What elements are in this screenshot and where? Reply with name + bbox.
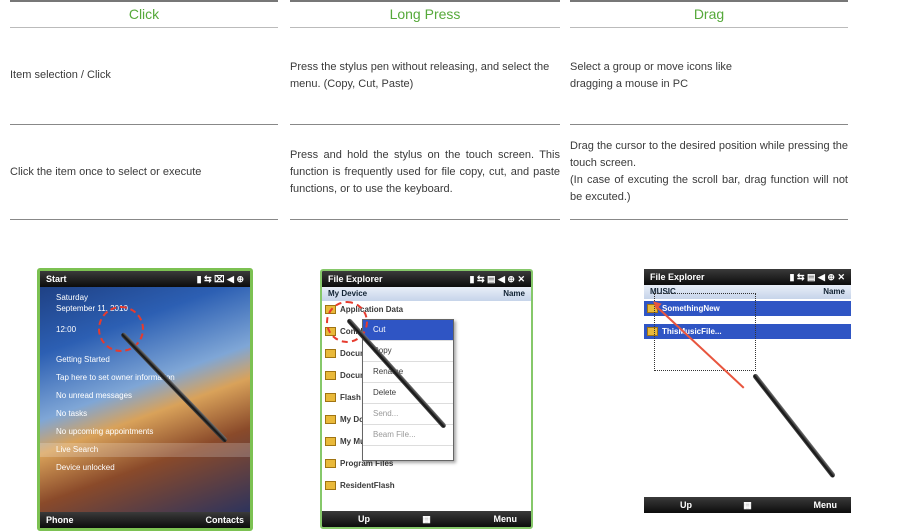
long-press-screenshot: File Explorer ▮ ⇆ ▤ ◀ ⊕ ✕ My Device Name… (320, 269, 533, 529)
folder-icon (325, 481, 336, 491)
menu-item-rename[interactable]: Rename (363, 362, 453, 383)
click-row2-text: Click the item once to select or execute (10, 165, 202, 178)
today-item[interactable]: Device unlocked (40, 461, 250, 475)
click-column: Click Item selection / Click Click the i… (10, 0, 278, 220)
long-press-row1: Press the stylus pen without releasing, … (290, 27, 560, 124)
keyboard-icon[interactable]: ▦ (422, 511, 431, 527)
soft-key-bar: Phone Contacts (40, 512, 250, 528)
click-screenshot: Start ▮ ⇆ ⌧ ◀ ⊕ Saturday September 11, 2… (37, 268, 253, 531)
folder-icon (325, 415, 336, 425)
click-row1: Item selection / Click (10, 27, 278, 124)
stylus-pen (752, 372, 837, 479)
divider (570, 219, 848, 220)
divider (290, 219, 560, 220)
drag-column: Drag Select a group or move icons like d… (570, 0, 848, 220)
folder-icon (325, 393, 336, 403)
soft-key-phone[interactable]: Phone (46, 512, 74, 528)
click-row1-text: Item selection / Click (10, 69, 111, 81)
location-bar: My Device Name (322, 287, 531, 301)
long-press-row2-text: Press and hold the stylus on the touch s… (290, 148, 560, 195)
long-press-row2: Press and hold the stylus on the touch s… (290, 125, 560, 219)
click-header: Click (10, 0, 278, 28)
status-icons: ▮ ⇆ ▤ ◀ ⊕ ✕ (789, 272, 845, 282)
sort-dropdown[interactable]: Name (823, 285, 845, 299)
today-date-full: September 11, 2010 (56, 304, 128, 313)
drag-selection-box (654, 293, 756, 371)
title-bar: File Explorer ▮ ⇆ ▤ ◀ ⊕ ✕ (644, 269, 851, 285)
soft-key-up[interactable]: Up (680, 497, 692, 513)
title-bar: File Explorer ▮ ⇆ ▤ ◀ ⊕ ✕ (322, 271, 531, 287)
divider (10, 219, 278, 220)
folder-icon (325, 437, 336, 447)
title-bar: Start ▮ ⇆ ⌧ ◀ ⊕ (40, 271, 250, 287)
drag-row2-note: (In case of excuting the scroll bar, dra… (570, 174, 848, 203)
status-icons: ▮ ⇆ ⌧ ◀ ⊕ (196, 274, 244, 284)
drag-header: Drag (570, 0, 848, 28)
soft-key-menu[interactable]: Menu (494, 511, 518, 527)
long-press-header: Long Press (290, 0, 560, 28)
app-title: File Explorer (650, 272, 705, 282)
today-item[interactable]: Tap here to set owner information (40, 371, 250, 385)
soft-key-menu[interactable]: Menu (814, 497, 838, 513)
drag-row1: Select a group or move icons like draggi… (570, 27, 848, 124)
today-item[interactable]: No tasks (40, 407, 250, 421)
sort-dropdown[interactable]: Name (503, 287, 525, 301)
folder-icon (325, 349, 336, 359)
soft-key-bar: Up ▦ Menu (322, 511, 531, 527)
keyboard-icon[interactable]: ▦ (743, 497, 752, 513)
location-dropdown[interactable]: My Device (328, 287, 367, 301)
folder-icon (325, 459, 336, 469)
soft-key-bar: Up ▦ Menu (644, 497, 851, 513)
today-item[interactable]: No unread messages (40, 389, 250, 403)
soft-key-contacts[interactable]: Contacts (205, 512, 244, 528)
soft-key-up[interactable]: Up (358, 511, 370, 527)
start-label: Start (46, 274, 67, 284)
drag-row2: Drag the cursor to the desired position … (570, 125, 848, 219)
status-icons: ▮ ⇆ ▤ ◀ ⊕ ✕ (469, 274, 525, 284)
menu-item-beam-file[interactable]: Beam File... (363, 425, 453, 446)
drag-screenshot: File Explorer ▮ ⇆ ▤ ◀ ⊕ ✕ MUSIC Name Som… (644, 269, 851, 513)
app-title: File Explorer (328, 274, 383, 284)
click-row2: Click the item once to select or execute (10, 125, 278, 219)
drag-row2-main: Drag the cursor to the desired position … (570, 140, 848, 169)
drag-row2-text: Drag the cursor to the desired position … (570, 138, 848, 206)
file-row[interactable]: ResidentFlash (322, 478, 531, 493)
today-time[interactable]: 12:00 (40, 323, 250, 337)
search-box[interactable]: Live Search (40, 443, 250, 457)
long-press-row1-text: Press the stylus pen without releasing, … (290, 60, 550, 90)
long-press-column: Long Press Press the stylus pen without … (290, 0, 560, 220)
file-name: Flash (340, 393, 361, 402)
file-name: ResidentFlash (340, 481, 395, 490)
menu-item-cut[interactable]: Cut (363, 320, 453, 341)
drag-row1-text: Select a group or move icons like draggi… (570, 60, 733, 90)
folder-icon (325, 371, 336, 381)
